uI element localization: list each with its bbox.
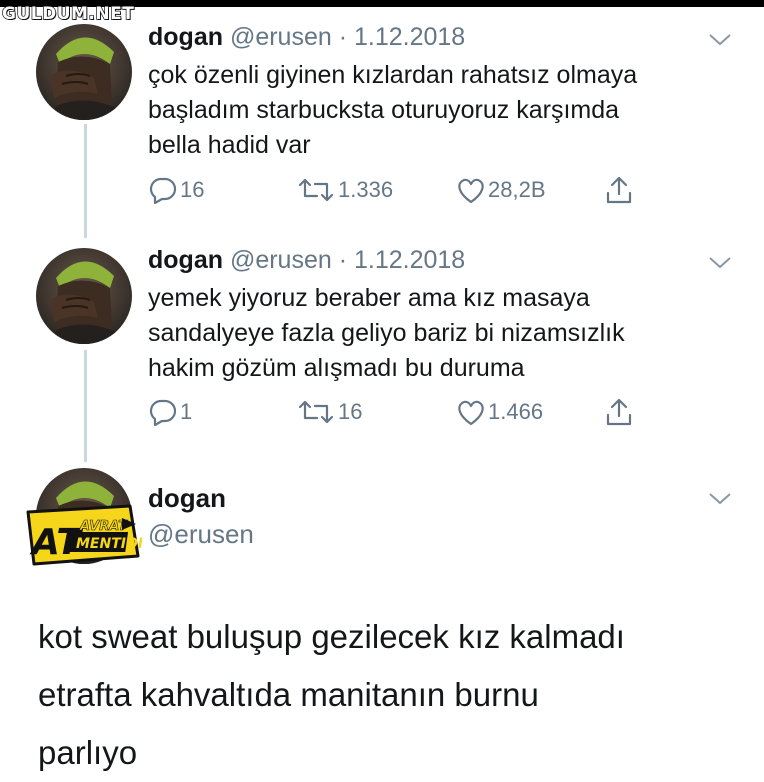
retweet-icon: [298, 400, 334, 424]
thread-line: [84, 350, 87, 462]
avrat-mention-badge: AT AVRAT MENTION: [24, 504, 142, 568]
retweet-button[interactable]: 1.336: [296, 175, 393, 205]
tweet-actions: 1 16 1.466: [148, 397, 648, 427]
badge-line1: AVRAT: [79, 519, 128, 534]
like-button[interactable]: 1.466: [456, 397, 543, 427]
tweet-header: dogan @erusen · 1.12.2018: [148, 246, 465, 275]
display-name[interactable]: dogan: [148, 23, 223, 51]
retweet-count: 1.336: [338, 177, 394, 202]
avatar[interactable]: [36, 24, 132, 120]
share-icon: [606, 398, 632, 426]
retweet-icon: [298, 178, 334, 202]
reply-count: 16: [180, 177, 205, 202]
handle-and-date[interactable]: @erusen · 1.12.2018: [230, 23, 465, 51]
like-count: 1.466: [488, 399, 544, 424]
site-watermark: GULDUM.NET: [1, 3, 135, 24]
main-tweet-text: kot sweat buluşup gezilecek kız kalmadı …: [38, 618, 625, 771]
heart-icon: [458, 178, 484, 204]
share-button[interactable]: [604, 175, 634, 205]
reply-button[interactable]: 1: [148, 397, 192, 427]
like-count: 28,2B: [488, 177, 546, 202]
chevron-down-icon[interactable]: [708, 33, 732, 47]
share-button[interactable]: [604, 397, 634, 427]
badge-line2: MENTION: [76, 536, 142, 552]
retweet-button[interactable]: 16: [296, 397, 362, 427]
tweet-actions: 16 1.336 28,2B: [148, 175, 648, 205]
chevron-down-icon[interactable]: [708, 492, 732, 506]
handle[interactable]: @erusen: [148, 519, 254, 550]
reply-count: 1: [180, 399, 193, 424]
thread-line: [84, 124, 87, 238]
share-icon: [606, 176, 632, 204]
reply-button[interactable]: 16: [148, 175, 204, 205]
reply-icon: [149, 177, 177, 204]
heart-icon: [458, 400, 484, 426]
tweet-text: çok özenli giyinen kızlardan rahatsız ol…: [148, 61, 638, 159]
handle-and-date[interactable]: @erusen · 1.12.2018: [230, 246, 465, 274]
avatar[interactable]: [36, 248, 132, 344]
tweet-header: dogan @erusen · 1.12.2018: [148, 23, 465, 52]
display-name[interactable]: dogan: [148, 246, 223, 274]
display-name[interactable]: dogan: [148, 483, 226, 514]
chevron-down-icon[interactable]: [708, 256, 732, 270]
like-button[interactable]: 28,2B: [456, 175, 546, 205]
reply-icon: [149, 399, 177, 426]
retweet-count: 16: [338, 399, 363, 424]
tweet-text: yemek yiyoruz beraber ama kız masaya san…: [148, 284, 625, 382]
